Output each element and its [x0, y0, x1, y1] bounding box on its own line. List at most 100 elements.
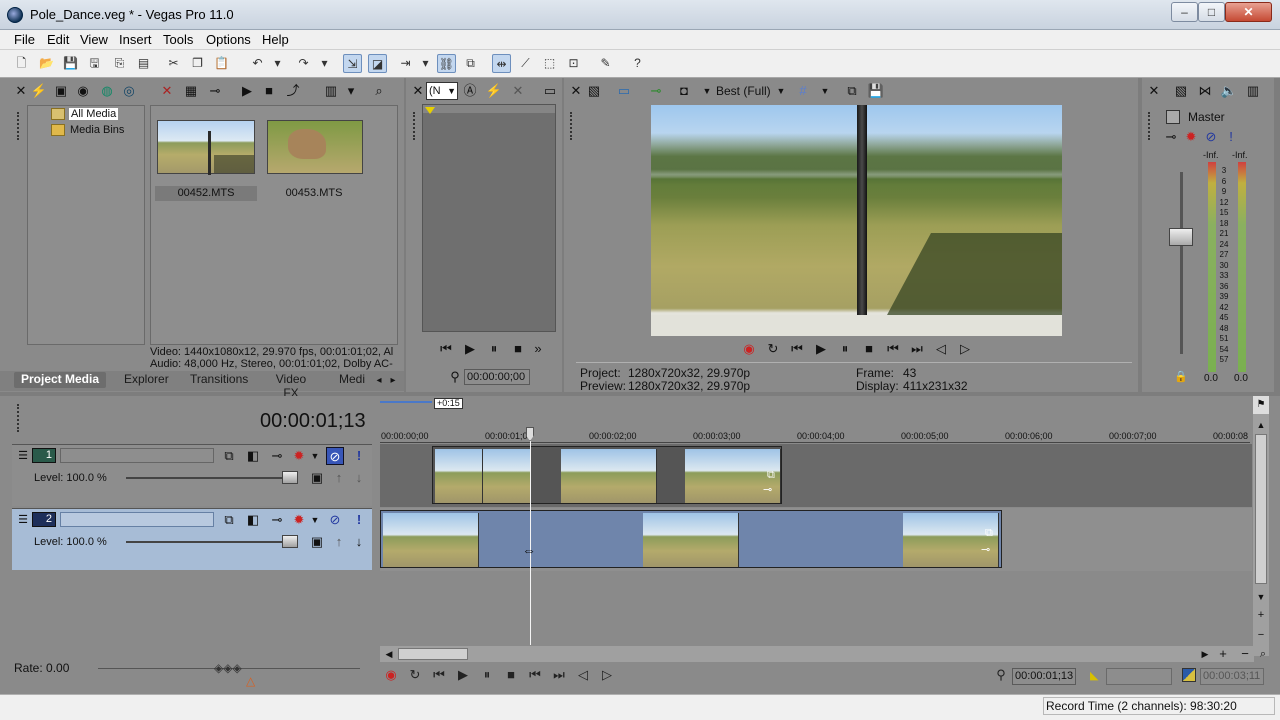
selection-end-field[interactable]: 00:00:03;11 — [1200, 668, 1264, 685]
panel-grip[interactable] — [17, 112, 21, 140]
scroll-right-icon[interactable]: ▶ — [1196, 645, 1214, 663]
tab-transitions[interactable]: Transitions — [190, 372, 248, 388]
menu-help[interactable]: Help — [262, 32, 289, 47]
track-motion-icon[interactable]: ⧉ — [220, 447, 238, 465]
track-name-field[interactable] — [60, 512, 214, 527]
stop-icon[interactable]: ■ — [860, 340, 878, 358]
downmix-icon[interactable]: ⋈ — [1196, 82, 1214, 100]
zoom-tool-icon[interactable]: ⌕ — [1254, 645, 1272, 663]
undo-dropdown-icon[interactable]: ▾ — [268, 54, 287, 73]
loop-playback-icon[interactable]: ↻ — [406, 667, 424, 683]
get-media-web-icon[interactable]: ◍ — [98, 82, 116, 100]
zoom-tool-icon[interactable]: ⊡ — [564, 54, 583, 73]
track-fx-chain-icon[interactable]: ⊸ — [268, 447, 286, 465]
envelope-tool-icon[interactable]: ⟋ — [516, 54, 535, 73]
save-snapshot-icon[interactable]: 💾 — [867, 82, 885, 100]
auto-preview-trimmer-icon[interactable]: Ⓐ — [461, 82, 479, 100]
save-as-icon[interactable]: 🖫 — [85, 54, 104, 73]
views-icon[interactable]: ▥ — [322, 82, 340, 100]
master-fx-icon[interactable]: ✹ — [1182, 128, 1200, 146]
stop-media-icon[interactable]: ■ — [260, 82, 278, 100]
media-properties-icon[interactable]: ▦ — [182, 82, 200, 100]
trimmer-play-from-start-icon[interactable]: ⏮ — [437, 340, 455, 358]
collapse-track-icon[interactable]: ☰ — [14, 447, 32, 465]
split-screen-icon[interactable]: ⊸ — [647, 82, 665, 100]
preview-quality[interactable]: Best (Full) — [716, 84, 771, 98]
record-icon[interactable]: ◉ — [740, 340, 758, 358]
collapse-track-icon[interactable]: ☰ — [14, 511, 32, 529]
paste-icon[interactable]: 📋 — [212, 54, 231, 73]
level-slider[interactable] — [282, 535, 298, 548]
track-motion-icon[interactable]: ⧉ — [220, 511, 238, 529]
loop-playback-icon[interactable]: ↻ — [764, 340, 782, 358]
auto-ripple-icon[interactable]: ⇥ — [396, 54, 415, 73]
scroll-down-icon[interactable]: ▼ — [1253, 588, 1269, 606]
menu-view[interactable]: View — [80, 32, 108, 47]
external-monitor-icon[interactable]: ▭ — [615, 82, 633, 100]
trimmer-more-icon[interactable]: » — [529, 340, 547, 358]
go-to-start-icon[interactable]: ⏮ — [884, 340, 902, 358]
copy-icon[interactable]: ❐ — [188, 54, 207, 73]
zoom-out-time-icon[interactable]: − — [1236, 645, 1254, 663]
event-fx-icon[interactable]: ⊸ — [981, 543, 990, 556]
solo-track-icon[interactable]: ! — [350, 447, 368, 465]
close-button[interactable]: ✕ — [1225, 2, 1272, 22]
import-media-icon[interactable]: ⚡ — [30, 82, 48, 100]
vegas-app-icon[interactable] — [7, 7, 23, 23]
mute-track-icon[interactable]: ⊘ — [326, 447, 344, 465]
mute-track-icon[interactable]: ⊘ — [326, 511, 344, 529]
open-icon[interactable]: 📂 — [37, 54, 56, 73]
previous-frame-icon[interactable]: ◁ — [574, 667, 592, 683]
zoom-in-vertical-icon[interactable]: + — [1253, 606, 1269, 624]
overlays-dropdown-icon[interactable]: ▼ — [698, 82, 716, 100]
media-file-name[interactable]: 00453.MTS — [263, 186, 365, 201]
render-as-icon[interactable]: ⎘ — [110, 54, 129, 73]
next-frame-icon[interactable]: ▷ — [956, 340, 974, 358]
event-pan-crop-icon[interactable]: ⧉ — [985, 527, 993, 540]
trimmer-fx-icon[interactable]: ⚡ — [485, 82, 503, 100]
quality-dropdown-icon[interactable]: ▼ — [772, 82, 790, 100]
move-track-down-icon[interactable]: ↓ — [350, 533, 368, 551]
event-pan-crop-icon[interactable]: ⧉ — [767, 469, 775, 482]
track-lane-2[interactable]: ⧉ ⊸ — [380, 508, 1252, 571]
zoom-out-vertical-icon[interactable]: − — [1253, 626, 1269, 644]
scroll-left-icon[interactable]: ◀ — [380, 645, 398, 663]
dim-output-icon[interactable]: 🔈 — [1220, 82, 1238, 100]
remove-media-icon[interactable]: ✕ — [158, 82, 176, 100]
menu-options[interactable]: Options — [206, 32, 251, 47]
menu-tools[interactable]: Tools — [163, 32, 193, 47]
solo-icon[interactable]: ! — [1222, 128, 1240, 146]
tab-scroll-right-icon[interactable]: ▸ — [384, 372, 402, 390]
panel-grip[interactable] — [1148, 112, 1152, 140]
get-photo-icon[interactable]: ◉ — [74, 82, 92, 100]
solo-track-icon[interactable]: ! — [350, 511, 368, 529]
track-header-1[interactable]: ☰ 1 ⧉ ◧ ⊸ ✹ ▼ ⊘ ! Level: 100.0 % ▣ ↑ ↓ — [12, 444, 372, 506]
media-fx-icon[interactable]: ⊸ — [206, 82, 224, 100]
overlays-icon[interactable]: ◘ — [675, 82, 693, 100]
trimmer-pause-icon[interactable]: ⏸ — [485, 340, 503, 358]
auto-preview-icon[interactable]: ⤴ — [284, 82, 302, 100]
master-fader[interactable] — [1169, 228, 1193, 246]
move-track-down-icon[interactable]: ↓ — [350, 469, 368, 487]
trimmer-play-icon[interactable]: ▶ — [461, 340, 479, 358]
redo-dropdown-icon[interactable]: ▾ — [315, 54, 334, 73]
cursor-time-display[interactable]: 00:00:01;13 — [260, 410, 366, 433]
play-from-start-icon[interactable]: ⏮ — [788, 340, 806, 358]
track-fx-dropdown-icon[interactable]: ▼ — [306, 511, 324, 529]
preferences-icon[interactable]: ✎ — [596, 54, 615, 73]
clear-trimmer-icon[interactable]: ✕ — [509, 82, 527, 100]
views-dropdown-icon[interactable]: ▾ — [342, 82, 360, 100]
previous-frame-icon[interactable]: ◁ — [932, 340, 950, 358]
track-name-field[interactable] — [60, 448, 214, 463]
ignore-grouping-icon[interactable]: ⧉ — [461, 54, 480, 73]
close-trimmer-icon[interactable]: ✕ — [409, 82, 427, 100]
track-fx-chain-icon[interactable]: ⊸ — [268, 511, 286, 529]
cut-icon[interactable]: ✂ — [164, 54, 183, 73]
tree-item-all-media[interactable]: All Media — [69, 108, 119, 120]
menu-insert[interactable]: Insert — [119, 32, 152, 47]
trimmer-stop-icon[interactable]: ■ — [509, 340, 527, 358]
mute-icon[interactable]: ⊘ — [1202, 128, 1220, 146]
rate-slider[interactable]: ◈◈◈ — [214, 661, 242, 675]
loop-region[interactable] — [380, 401, 432, 403]
horizontal-scrollbar[interactable]: ◀ ▶ + − — [380, 646, 1254, 662]
